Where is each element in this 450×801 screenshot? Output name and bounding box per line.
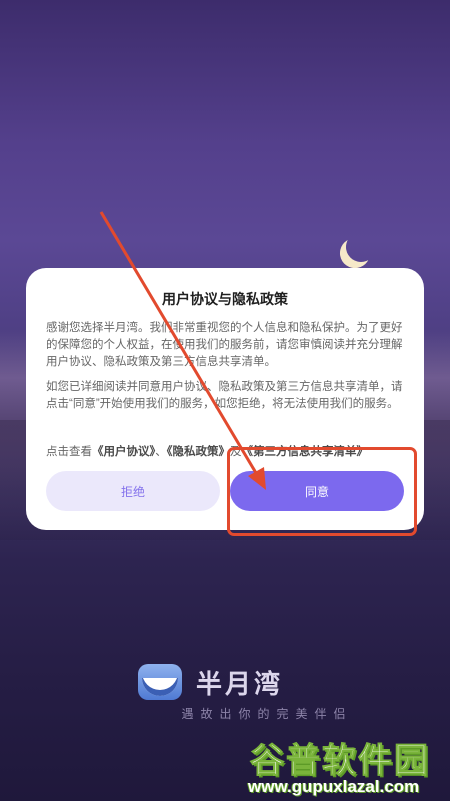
dialog-intro-text: 感谢您选择半月湾。我们非常重视您的个人信息和隐私保护。为了更好的保障您的个人权益… <box>46 322 403 368</box>
brand-name: 半月湾 <box>196 668 284 699</box>
links-separator: 、 <box>155 446 167 458</box>
user-agreement-link[interactable]: 《用户协议》 <box>92 446 155 458</box>
crescent-moon-icon <box>344 230 379 265</box>
brand-block: 半月湾 <box>138 662 283 702</box>
brand-slogan: 遇故出你的完美伴侣 <box>181 707 353 721</box>
dialog-title: 用户协议与隐私政策 <box>162 291 288 307</box>
half-moon-wing-icon <box>138 664 182 700</box>
watermark-url: www.gupuxlazal.com <box>248 777 420 796</box>
annotation-highlight-box <box>227 447 417 536</box>
reject-button[interactable]: 拒绝 <box>46 471 220 511</box>
site-watermark: 谷普软件园 www.gupuxlazal.com <box>246 733 450 799</box>
watermark-title: 谷普软件园 <box>250 742 430 781</box>
links-prefix: 点击查看 <box>46 446 92 458</box>
privacy-policy-link[interactable]: 《隐私政策》 <box>167 446 230 458</box>
dialog-consent-text: 如您已详细阅读并同意用户协议、隐私政策及第三方信息共享清单，请点击“同意”开始使… <box>46 381 403 410</box>
